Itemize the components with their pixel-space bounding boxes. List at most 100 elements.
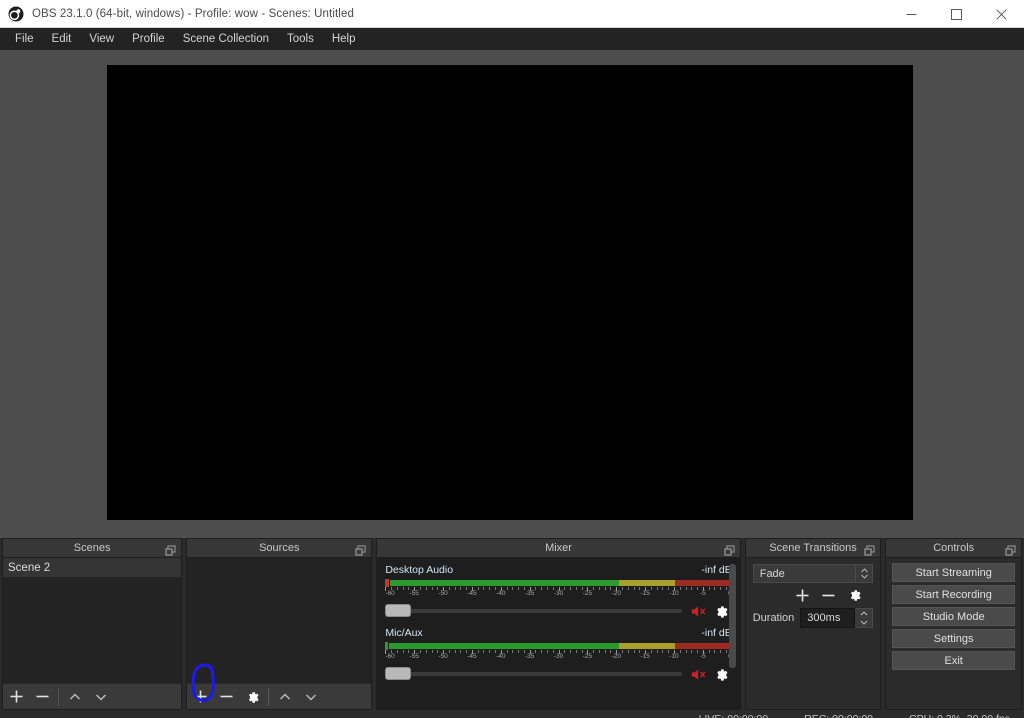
duration-stepper[interactable] (855, 608, 874, 628)
window-title: OBS 23.1.0 (64-bit, windows) - Profile: … (32, 8, 354, 20)
status-bar: LIVE: 00:00:00 REC: 00:00:00 CPU: 0.3%, … (0, 710, 1024, 718)
volume-slider-handle[interactable] (385, 604, 412, 617)
scene-transitions-body: Fade Duration 300ms (744, 557, 882, 710)
meter-tick-label: -40 (496, 653, 506, 660)
sources-move-down-button[interactable] (298, 684, 324, 710)
scenes-move-down-button[interactable] (88, 684, 114, 710)
undock-icon[interactable] (165, 543, 176, 556)
scenes-dock-header: Scenes (2, 538, 183, 557)
scenes-add-button[interactable] (3, 684, 29, 710)
sources-dock: Sources (186, 538, 373, 710)
volume-slider[interactable] (385, 604, 682, 617)
list-item[interactable]: Scene 2 (3, 558, 182, 577)
transition-selector-row: Fade (752, 564, 874, 583)
scene-name: Scene 2 (8, 561, 51, 574)
window-controls (889, 0, 1024, 28)
volume-slider-handle[interactable] (385, 667, 412, 680)
chevron-updown-icon[interactable] (856, 564, 874, 583)
duration-row: Duration 300ms (753, 607, 874, 629)
obs-logo-icon (8, 6, 24, 22)
toolbar-divider (268, 687, 270, 706)
start-recording-button[interactable]: Start Recording (892, 585, 1015, 604)
scenes-move-up-button[interactable] (62, 684, 88, 710)
mixer-channel: Mic/Aux -inf dB -60 -55 -50 -45 -40 -35 -30 -25… (385, 627, 733, 684)
transition-select[interactable]: Fade (752, 564, 857, 583)
channel-db: -inf dB (701, 627, 732, 639)
undock-icon[interactable] (864, 543, 875, 556)
preview-area[interactable] (0, 50, 1024, 538)
meter-tick-label: -55 (409, 653, 419, 660)
undock-icon[interactable] (1005, 543, 1016, 556)
channel-name: Mic/Aux (385, 627, 423, 639)
transition-add-button[interactable] (789, 583, 815, 607)
sources-list[interactable] (187, 558, 372, 683)
sources-move-up-button[interactable] (272, 684, 298, 710)
speaker-muted-icon[interactable] (690, 667, 710, 682)
meter-tick-label: -5 (699, 653, 706, 660)
minimize-icon[interactable] (889, 0, 934, 28)
menu-scene-collection[interactable]: Scene Collection (174, 30, 278, 48)
studio-mode-button[interactable]: Studio Mode (892, 607, 1015, 626)
controls-dock-header: Controls (885, 538, 1022, 557)
mixer-title: Mixer (545, 542, 572, 554)
channel-name: Desktop Audio (385, 564, 454, 576)
undock-icon[interactable] (355, 543, 366, 556)
transition-properties-button[interactable] (841, 583, 867, 607)
sources-title: Sources (259, 542, 300, 554)
preview-canvas[interactable] (107, 65, 913, 520)
mixer-dock-body: Desktop Audio -inf dB -60 -55 -50 -45 -40 -35… (376, 557, 741, 710)
controls-dock: Controls Start Streaming Start Recording… (885, 538, 1022, 710)
menu-edit[interactable]: Edit (43, 30, 81, 48)
title-bar: OBS 23.1.0 (64-bit, windows) - Profile: … (0, 0, 1024, 28)
sources-dock-body (186, 557, 373, 710)
live-timer: LIVE: 00:00:00 (699, 713, 768, 718)
meter-tick-label: -50 (438, 590, 448, 597)
channel-controls (385, 664, 731, 684)
exit-button[interactable]: Exit (892, 651, 1015, 670)
meter-tick-label: -15 (640, 590, 650, 597)
duration-input[interactable]: 300ms (800, 608, 856, 628)
transition-remove-button[interactable] (815, 583, 841, 607)
meter-tick-label: -25 (582, 653, 593, 660)
mixer-channel: Desktop Audio -inf dB -60 -55 -50 -45 -40 -35… (385, 564, 733, 621)
meter-tick-label: -15 (640, 653, 650, 660)
maximize-icon[interactable] (934, 0, 979, 28)
sources-add-button[interactable] (187, 684, 213, 710)
channel-db: -inf dB (701, 564, 732, 576)
undock-icon[interactable] (724, 543, 735, 556)
mixer-dock-header: Mixer (376, 538, 741, 557)
meter-bar (390, 580, 732, 586)
meter-scale: -60-55-50-45-40-35-30-25-20-15-10-50 (385, 587, 733, 599)
menu-help[interactable]: Help (323, 30, 365, 48)
peak-indicator (385, 579, 390, 587)
menu-tools[interactable]: Tools (278, 30, 323, 48)
close-icon[interactable] (979, 0, 1024, 28)
meter-tick-label: -5 (699, 590, 706, 597)
stepper-down-icon[interactable] (855, 618, 872, 627)
meter-tick-label: -25 (582, 590, 593, 597)
meter-tick-label: -35 (524, 590, 535, 597)
dock-row: Scenes Scene 2 Sources Mixer Desktop Aud… (0, 538, 1024, 710)
scenes-remove-button[interactable] (29, 684, 55, 710)
obs-main-window: OBS 23.1.0 (64-bit, windows) - Profile: … (0, 0, 1024, 718)
sources-properties-button[interactable] (239, 684, 265, 710)
meter-tick-label: -60 (385, 653, 395, 660)
stepper-up-icon[interactable] (855, 609, 872, 618)
settings-button[interactable]: Settings (892, 629, 1015, 648)
meter-bar (389, 643, 732, 649)
mixer-scrollbar[interactable] (728, 564, 736, 703)
scenes-list[interactable]: Scene 2 (3, 558, 182, 683)
channel-header: Desktop Audio -inf dB (385, 564, 731, 578)
peak-indicator (385, 642, 389, 650)
menu-file[interactable]: File (6, 30, 43, 48)
sources-remove-button[interactable] (213, 684, 239, 710)
meter-tick-label: -30 (553, 590, 564, 597)
menu-view[interactable]: View (80, 30, 123, 48)
speaker-muted-icon[interactable] (690, 604, 710, 619)
mixer-channels: Desktop Audio -inf dB -60 -55 -50 -45 -40 -35… (379, 560, 738, 707)
scenes-dock-body: Scene 2 (2, 557, 183, 710)
mixer-scrollbar-thumb[interactable] (728, 564, 736, 668)
menu-profile[interactable]: Profile (123, 30, 174, 48)
start-streaming-button[interactable]: Start Streaming (892, 563, 1015, 582)
volume-slider[interactable] (385, 667, 682, 680)
